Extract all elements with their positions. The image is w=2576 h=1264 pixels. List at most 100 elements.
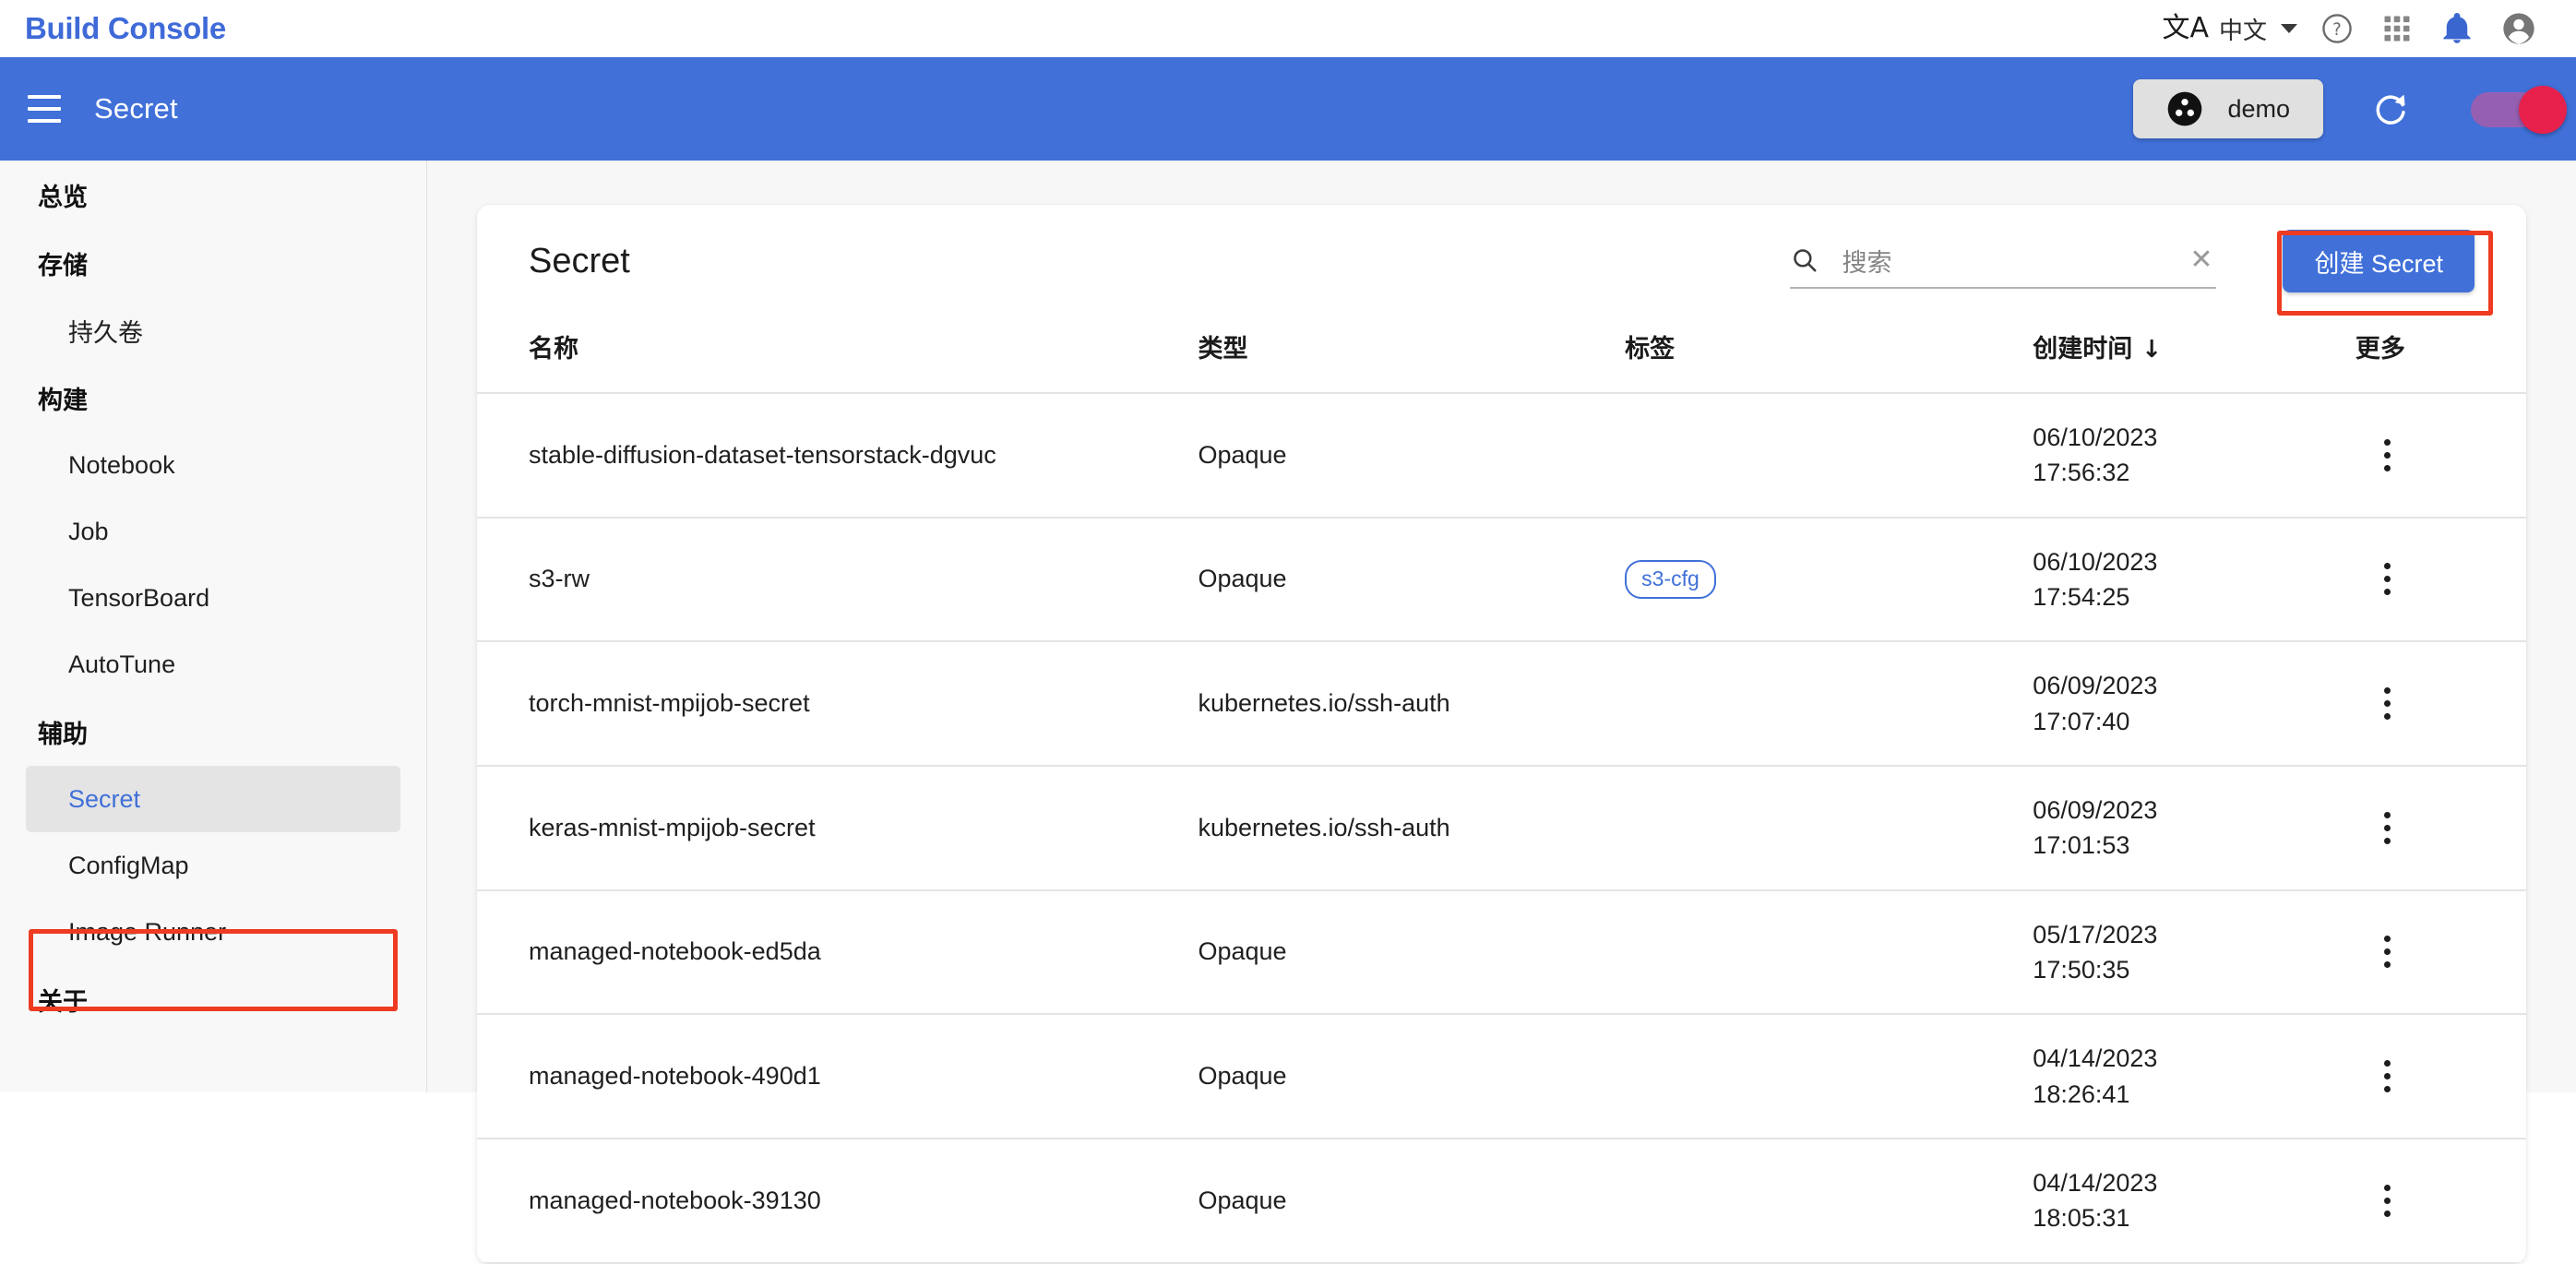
account-button[interactable]: [2487, 0, 2550, 57]
kebab-dot: [2384, 1086, 2391, 1093]
cell-more: [2355, 1014, 2526, 1139]
created-date: 06/09/2023: [2033, 672, 2158, 700]
table-head: 名称 类型 标签 创建时间 ↓ 更多: [477, 317, 2526, 394]
hamburger-line: [28, 95, 61, 99]
kebab-dot: [2384, 1060, 2391, 1067]
cell-name: managed-notebook-ed5da: [477, 889, 1199, 1016]
created-date: 04/14/2023: [2033, 1168, 2158, 1197]
help-button[interactable]: ?: [2307, 0, 2367, 57]
row-more-menu-icon[interactable]: [2361, 801, 2415, 854]
table-row[interactable]: keras-mnist-mpijob-secret kubernetes.io/s…: [477, 765, 2526, 891]
column-header-type[interactable]: 类型: [1198, 317, 1626, 394]
table-row[interactable]: s3-rw Opaque s3-cfg 06/10/2023 17:54:25: [477, 517, 2526, 643]
refresh-button[interactable]: [2362, 80, 2419, 137]
cell-type: Opaque: [1198, 1138, 1626, 1264]
account-circle-icon: [2503, 13, 2534, 44]
menu-toggle-button[interactable]: [15, 79, 74, 138]
notifications-button[interactable]: [2427, 0, 2487, 57]
created-time: 17:07:40: [2033, 707, 2130, 735]
row-more-menu-icon[interactable]: [2361, 428, 2415, 482]
sidebar-item-configmap[interactable]: ConfigMap: [26, 832, 400, 899]
column-header-created-label: 创建时间: [2033, 335, 2133, 363]
cell-type: Opaque: [1198, 1014, 1626, 1139]
row-more-menu-icon[interactable]: [2361, 553, 2415, 606]
hamburger-line: [28, 107, 61, 111]
project-selector-chip[interactable]: demo: [2133, 79, 2323, 138]
cell-tag: [1625, 889, 2033, 1016]
cell-type: Opaque: [1198, 517, 1626, 643]
app-bar: Secret demo: [0, 57, 2576, 161]
table-row[interactable]: stable-diffusion-dataset-tensorstack-dgv…: [477, 393, 2526, 519]
created-time: 17:01:53: [2033, 831, 2130, 860]
language-selector[interactable]: 文A 中文: [2153, 12, 2307, 46]
table-header-row: 名称 类型 标签 创建时间 ↓ 更多: [477, 317, 2526, 394]
page-title: Secret: [529, 241, 630, 280]
sidebar-group-3: 构建: [38, 386, 88, 414]
sidebar-item-image-runner[interactable]: Image Runner: [26, 899, 400, 965]
column-header-tag[interactable]: 标签: [1625, 317, 2033, 394]
sidebar-item-autotune[interactable]: AutoTune: [26, 631, 400, 698]
cell-created: 06/09/2023 17:07:40: [2033, 641, 2355, 767]
tag-pill[interactable]: s3-cfg: [1625, 560, 1716, 599]
sidebar-item-tensorboard[interactable]: TensorBoard: [26, 565, 400, 631]
row-more-menu-icon[interactable]: [2361, 925, 2415, 979]
sidebar-nav-list: 总览 存储 持久卷 构建 Notebook Job TensorBoard AutoTune 辅…: [0, 161, 426, 1033]
cell-name: managed-notebook-490d1: [477, 1014, 1199, 1139]
cell-type: kubernetes.io/ssh-auth: [1198, 641, 1626, 767]
cell-type: Opaque: [1198, 889, 1626, 1016]
column-header-name[interactable]: 名称: [477, 317, 1199, 394]
help-circle-icon: ?: [2322, 14, 2352, 43]
cell-created: 06/10/2023 17:54:25: [2033, 517, 2355, 643]
sidebar-item-notebook[interactable]: Notebook: [26, 432, 400, 498]
sidebar-group-1: 存储: [38, 251, 88, 280]
search-input[interactable]: 搜索 ✕: [1790, 233, 2217, 289]
search-clear-icon[interactable]: ✕: [2186, 246, 2216, 274]
cell-type: kubernetes.io/ssh-auth: [1198, 765, 1626, 891]
sidebar-item--[interactable]: 持久卷: [26, 297, 400, 364]
cell-name: keras-mnist-mpijob-secret: [477, 765, 1199, 891]
table-row[interactable]: torch-mnist-mpijob-secret kubernetes.io/s…: [477, 641, 2526, 767]
brand-bar: Build Console 文A 中文 ?: [0, 0, 2576, 57]
theme-toggle-switch[interactable]: [2471, 86, 2567, 134]
row-more-menu-icon[interactable]: [2361, 677, 2415, 731]
hamburger-line: [28, 119, 61, 123]
created-date: 05/17/2023: [2033, 920, 2158, 948]
table-row[interactable]: managed-notebook-490d1 Opaque 04/14/2023 18…: [477, 1014, 2526, 1139]
cell-tag: [1625, 1014, 2033, 1139]
bell-icon: [2443, 13, 2471, 43]
kebab-dot: [2384, 948, 2391, 956]
toggle-knob: [2519, 86, 2567, 134]
sidebar-item-secret[interactable]: Secret: [26, 766, 400, 832]
sidebar-item-job[interactable]: Job: [26, 498, 400, 565]
cell-more: [2355, 393, 2526, 519]
cell-name: managed-notebook-39130: [477, 1138, 1199, 1264]
table-row[interactable]: managed-notebook-ed5da Opaque 05/17/2023 17…: [477, 889, 2526, 1016]
cell-name: s3-rw: [477, 517, 1199, 643]
table-row[interactable]: managed-notebook-39130 Opaque 04/14/2023 18…: [477, 1138, 2526, 1264]
kebab-dot: [2384, 1197, 2391, 1204]
translate-icon: 文A: [2162, 12, 2209, 44]
apps-grid-icon: [2384, 16, 2410, 42]
cell-more: [2355, 765, 2526, 891]
cell-tag: [1625, 765, 2033, 891]
kebab-dot: [2384, 451, 2391, 459]
kebab-dot: [2384, 464, 2391, 471]
search-icon: [1794, 249, 1817, 272]
column-header-created[interactable]: 创建时间 ↓: [2033, 317, 2355, 394]
kebab-dot: [2384, 961, 2391, 969]
app-brand-title: Build Console: [25, 11, 226, 45]
secret-table: 名称 类型 标签 创建时间 ↓ 更多 stable-diffusion-datas…: [477, 317, 2526, 1264]
kebab-dot: [2384, 1073, 2391, 1080]
sidebar-group-12: 关于: [38, 987, 88, 1016]
language-label: 中文: [2218, 17, 2267, 45]
apps-button[interactable]: [2367, 0, 2427, 57]
created-time: 18:26:41: [2033, 1079, 2130, 1108]
sidebar-group-0: 总览: [38, 183, 88, 211]
row-more-menu-icon[interactable]: [2361, 1174, 2415, 1227]
row-more-menu-icon[interactable]: [2361, 1050, 2415, 1103]
content-area: Secret 搜索 ✕ 创建 Secret 名称 类型 标签 创建时间 ↓ 更多…: [427, 161, 2576, 1264]
kebab-dot: [2384, 589, 2391, 596]
cell-more: [2355, 517, 2526, 643]
kebab-dot: [2384, 1184, 2391, 1191]
create-secret-button[interactable]: 创建 Secret: [2283, 230, 2475, 292]
